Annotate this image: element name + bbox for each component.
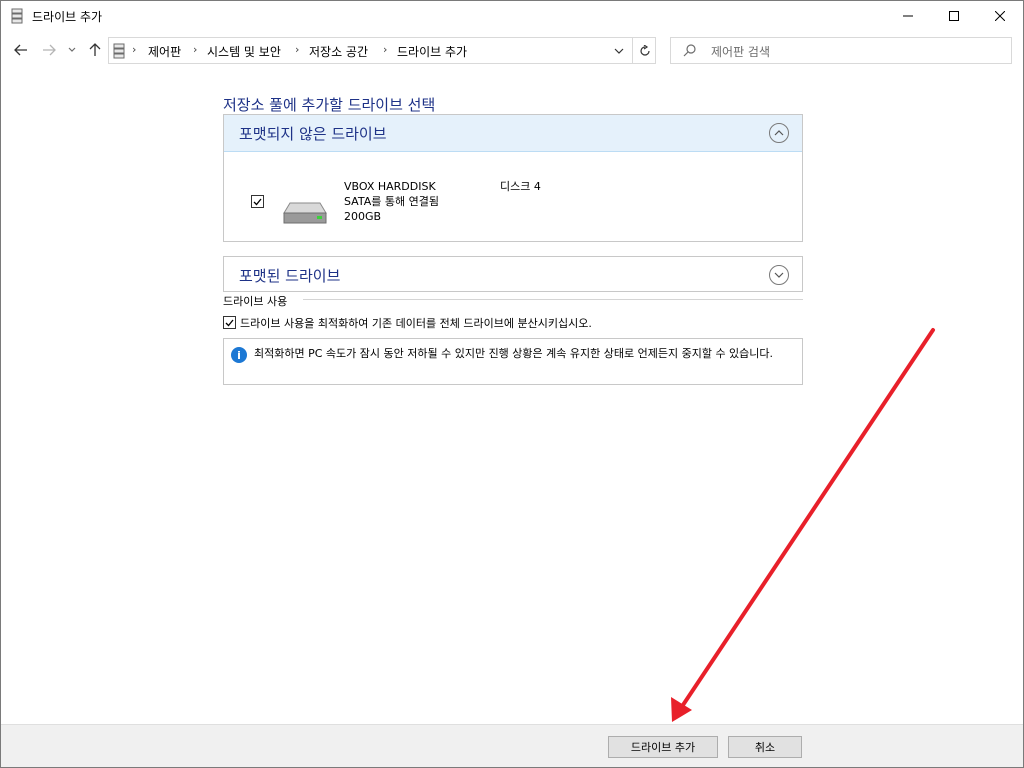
- close-button[interactable]: [977, 1, 1023, 31]
- breadcrumb-item[interactable]: 저장소 공간: [309, 43, 368, 60]
- drive-name: VBOX HARDDISK: [344, 180, 436, 193]
- optimize-checkbox-label[interactable]: 드라이브 사용을 최적화하여 기존 데이터를 전체 드라이브에 분산시키십시오.: [240, 315, 592, 331]
- breadcrumb-item[interactable]: 시스템 및 보안: [207, 43, 281, 60]
- breadcrumb-item[interactable]: 드라이브 추가: [397, 43, 467, 60]
- search-placeholder: 제어판 검색: [711, 45, 771, 59]
- arrow-left-icon: [14, 44, 27, 56]
- up-button[interactable]: [86, 41, 104, 59]
- address-bar[interactable]: › 제어판 › 시스템 및 보안 › 저장소 공간 › 드라이브 추가: [108, 37, 656, 64]
- unformatted-drives-header[interactable]: 포맷되지 않은 드라이브: [224, 115, 802, 152]
- arrow-right-icon: [43, 44, 56, 56]
- breadcrumb-separator-icon[interactable]: ›: [295, 43, 299, 56]
- navigation-bar: › 제어판 › 시스템 및 보안 › 저장소 공간 › 드라이브 추가 제어판 …: [1, 31, 1023, 71]
- breadcrumb-item[interactable]: 제어판: [148, 43, 181, 60]
- recent-locations-button[interactable]: [66, 41, 78, 59]
- add-drive-window: 드라이브 추가 › 제어판 › 시스템 및 보안 › 저장소 공간 › 드라이브…: [0, 0, 1024, 768]
- chevron-down-icon: [68, 47, 76, 52]
- unformatted-drives-title: 포맷되지 않은 드라이브: [239, 125, 387, 143]
- minimize-icon: [903, 15, 913, 17]
- info-box: i 최적화하면 PC 속도가 잠시 동안 저하될 수 있지만 진행 상황은 계속…: [223, 338, 803, 385]
- cancel-button[interactable]: 취소: [728, 736, 802, 758]
- expand-button[interactable]: [769, 265, 789, 285]
- add-drive-button[interactable]: 드라이브 추가: [608, 736, 718, 758]
- optimize-checkbox[interactable]: [223, 316, 236, 329]
- window-title: 드라이브 추가: [32, 10, 103, 24]
- info-icon: i: [231, 347, 247, 363]
- minimize-button[interactable]: [885, 1, 931, 31]
- search-box[interactable]: 제어판 검색: [670, 37, 1012, 64]
- close-icon: [995, 11, 1005, 21]
- storage-spaces-icon: [113, 43, 125, 59]
- breadcrumb-separator-icon[interactable]: ›: [193, 43, 197, 56]
- title-bar: 드라이브 추가: [1, 1, 1023, 31]
- refresh-icon: [640, 44, 650, 56]
- breadcrumb-separator-icon[interactable]: ›: [383, 43, 387, 56]
- search-icon: [683, 44, 696, 57]
- chevron-down-icon: [774, 272, 784, 278]
- drive-size: 200GB: [344, 210, 382, 223]
- formatted-drives-panel[interactable]: 포맷된 드라이브: [223, 256, 803, 292]
- breadcrumb-separator-icon: ›: [132, 43, 137, 56]
- checkmark-icon: [253, 198, 262, 205]
- back-button[interactable]: [12, 41, 30, 59]
- drive-checkbox[interactable]: [251, 195, 264, 208]
- chevron-up-icon: [774, 130, 784, 136]
- forward-button[interactable]: [40, 41, 58, 59]
- info-text: 최적화하면 PC 속도가 잠시 동안 저하될 수 있지만 진행 상황은 계속 유…: [254, 347, 774, 360]
- page-heading: 저장소 풀에 추가할 드라이브 선택: [223, 96, 436, 114]
- drive-connection: SATA를 통해 연결됨: [344, 195, 439, 208]
- collapse-button[interactable]: [769, 123, 789, 143]
- hard-drive-icon: [283, 202, 327, 224]
- chevron-down-icon: [614, 48, 624, 54]
- drive-disk-number: 디스크 4: [500, 180, 541, 193]
- footer-bar: 드라이브 추가 취소: [1, 724, 1023, 767]
- unformatted-drives-panel: 포맷되지 않은 드라이브 VBOX HARDDISK SATA를 통해 연결됨 …: [223, 114, 803, 242]
- address-dropdown-button[interactable]: [606, 38, 632, 63]
- maximize-button[interactable]: [931, 1, 977, 31]
- formatted-drives-title: 포맷된 드라이브: [239, 267, 341, 285]
- refresh-button[interactable]: [632, 38, 657, 63]
- maximize-icon: [949, 11, 959, 21]
- checkmark-icon: [225, 319, 234, 326]
- storage-spaces-icon: [11, 8, 23, 24]
- arrow-up-icon: [89, 43, 101, 56]
- drive-usage-label: 드라이브 사용: [223, 295, 288, 308]
- divider: [303, 299, 803, 300]
